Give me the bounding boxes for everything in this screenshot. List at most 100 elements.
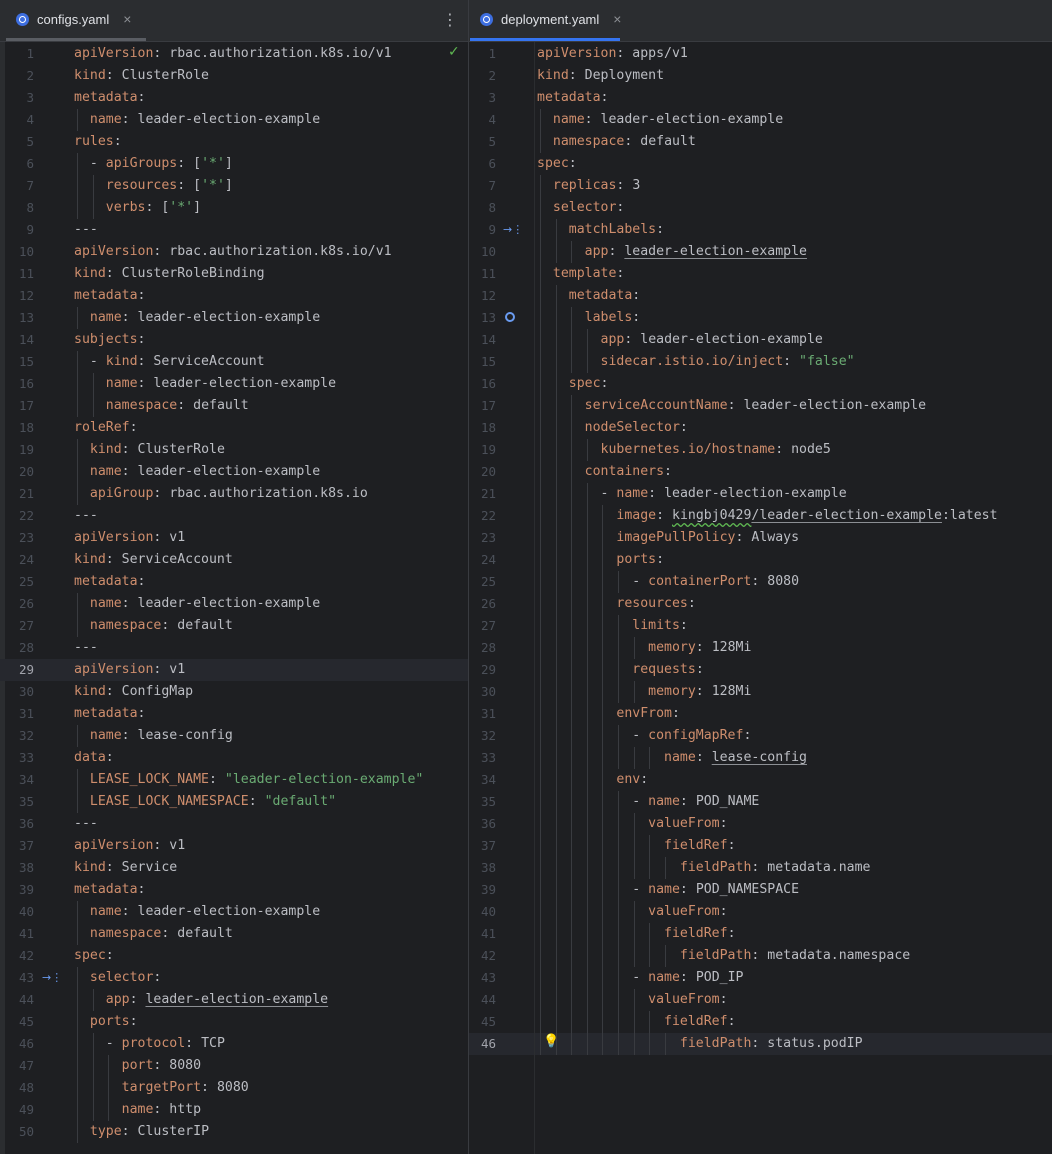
line-number[interactable]: 46 <box>0 1033 34 1055</box>
code-line[interactable]: 24 kind: ServiceAccount <box>0 549 468 571</box>
line-number[interactable]: 19 <box>469 439 496 461</box>
code-line[interactable]: 28 memory: 128Mi <box>469 637 1052 659</box>
code-line[interactable]: 29 apiVersion: v1 <box>0 659 468 681</box>
tab-deployment-yaml[interactable]: deployment.yaml × <box>470 0 621 41</box>
code-line[interactable]: 31 metadata: <box>0 703 468 725</box>
line-number[interactable]: 3 <box>0 87 34 109</box>
line-number[interactable]: 37 <box>0 835 34 857</box>
code-line[interactable]: 17 serviceAccountName: leader-election-e… <box>469 395 1052 417</box>
code-line[interactable]: 21 apiGroup: rbac.authorization.k8s.io <box>0 483 468 505</box>
code-line[interactable]: 22 --- <box>0 505 468 527</box>
line-number[interactable]: 27 <box>0 615 34 637</box>
line-number[interactable]: 12 <box>469 285 496 307</box>
code-line[interactable]: 39 metadata: <box>0 879 468 901</box>
line-number[interactable]: 45 <box>0 1011 34 1033</box>
code-line[interactable]: 18 nodeSelector: <box>469 417 1052 439</box>
code-line[interactable]: 34 env: <box>469 769 1052 791</box>
code-line[interactable]: 50 type: ClusterIP <box>0 1121 468 1143</box>
line-number[interactable]: 22 <box>0 505 34 527</box>
code-line[interactable]: 11 kind: ClusterRoleBinding <box>0 263 468 285</box>
code-line[interactable]: 42 fieldPath: metadata.namespace <box>469 945 1052 967</box>
line-number[interactable]: 43 <box>0 967 34 989</box>
code-line[interactable]: 11 template: <box>469 263 1052 285</box>
code-line[interactable]: 47 port: 8080 <box>0 1055 468 1077</box>
code-line[interactable]: 10 app: leader-election-example <box>469 241 1052 263</box>
code-line[interactable]: 20 containers: <box>469 461 1052 483</box>
line-number[interactable]: 9 <box>0 219 34 241</box>
tab-configs-yaml[interactable]: configs.yaml × <box>6 0 146 41</box>
code-line[interactable]: 31 envFrom: <box>469 703 1052 725</box>
line-number[interactable]: 33 <box>469 747 496 769</box>
code-line[interactable]: 44 valueFrom: <box>469 989 1052 1011</box>
code-line[interactable]: 33 name: lease-config <box>469 747 1052 769</box>
line-number[interactable]: 1 <box>469 43 496 65</box>
code-line[interactable]: 37 fieldRef: <box>469 835 1052 857</box>
code-line[interactable]: 32 - configMapRef: <box>469 725 1052 747</box>
code-line[interactable]: 30 memory: 128Mi <box>469 681 1052 703</box>
line-number[interactable]: 36 <box>469 813 496 835</box>
close-icon[interactable]: × <box>123 12 131 26</box>
line-number[interactable]: 25 <box>469 571 496 593</box>
code-line[interactable]: 15 - kind: ServiceAccount <box>0 351 468 373</box>
code-line[interactable]: 2 kind: Deployment <box>469 65 1052 87</box>
kubernetes-run-icon[interactable] <box>505 312 515 325</box>
code-line[interactable]: 41 namespace: default <box>0 923 468 945</box>
line-number[interactable]: 11 <box>469 263 496 285</box>
code-line[interactable]: 38 kind: Service <box>0 857 468 879</box>
line-number[interactable]: 39 <box>469 879 496 901</box>
line-number[interactable]: 47 <box>0 1055 34 1077</box>
code-line[interactable]: 33 data: <box>0 747 468 769</box>
code-line[interactable]: 2 kind: ClusterRole <box>0 65 468 87</box>
code-line[interactable]: 37 apiVersion: v1 <box>0 835 468 857</box>
code-line[interactable]: 13 name: leader-election-example <box>0 307 468 329</box>
line-number[interactable]: 21 <box>469 483 496 505</box>
code-line[interactable]: 41 fieldRef: <box>469 923 1052 945</box>
code-line[interactable]: 5 namespace: default <box>469 131 1052 153</box>
code-line[interactable]: 1 apiVersion: apps/v1 <box>469 43 1052 65</box>
line-number[interactable]: 14 <box>469 329 496 351</box>
line-number[interactable]: 8 <box>469 197 496 219</box>
code-line[interactable]: 38 fieldPath: metadata.name <box>469 857 1052 879</box>
code-line[interactable]: 1 apiVersion: rbac.authorization.k8s.io/v… <box>0 43 468 65</box>
line-number[interactable]: 23 <box>0 527 34 549</box>
code-line[interactable]: 14 app: leader-election-example <box>469 329 1052 351</box>
line-number[interactable]: 35 <box>469 791 496 813</box>
code-line[interactable]: 44 app: leader-election-example <box>0 989 468 1011</box>
code-line[interactable]: 36 valueFrom: <box>469 813 1052 835</box>
line-number[interactable]: 36 <box>0 813 34 835</box>
code-line[interactable]: 46 fieldPath: status.podIP 💡 <box>469 1033 1052 1055</box>
code-line[interactable]: 16 name: leader-election-example <box>0 373 468 395</box>
code-line[interactable]: 49 name: http <box>0 1099 468 1121</box>
code-line[interactable]: 6 - apiGroups: ['*'] <box>0 153 468 175</box>
line-number[interactable]: 16 <box>469 373 496 395</box>
line-number[interactable]: 38 <box>0 857 34 879</box>
code-line[interactable]: 35 LEASE_LOCK_NAMESPACE: "default" <box>0 791 468 813</box>
code-line[interactable]: 22 image: kingbj0429/leader-election-exa… <box>469 505 1052 527</box>
more-options-icon[interactable]: ⋮ <box>442 11 458 29</box>
code-line[interactable]: 46 - protocol: TCP <box>0 1033 468 1055</box>
line-number[interactable]: 37 <box>469 835 496 857</box>
line-number[interactable]: 6 <box>469 153 496 175</box>
line-number[interactable]: 33 <box>0 747 34 769</box>
code-line[interactable]: 10 apiVersion: rbac.authorization.k8s.io/… <box>0 241 468 263</box>
line-number[interactable]: 39 <box>0 879 34 901</box>
code-line[interactable]: 12 metadata: <box>469 285 1052 307</box>
code-line[interactable]: 7 resources: ['*'] <box>0 175 468 197</box>
line-number[interactable]: 20 <box>469 461 496 483</box>
line-number[interactable]: 29 <box>469 659 496 681</box>
code-line[interactable]: 45 ports: <box>0 1011 468 1033</box>
line-number[interactable]: 24 <box>0 549 34 571</box>
close-icon[interactable]: × <box>613 12 621 26</box>
code-line[interactable]: 26 name: leader-election-example <box>0 593 468 615</box>
line-number[interactable]: 26 <box>469 593 496 615</box>
code-line[interactable]: 3 metadata: <box>469 87 1052 109</box>
line-number[interactable]: 27 <box>469 615 496 637</box>
line-number[interactable]: 30 <box>469 681 496 703</box>
line-number[interactable]: 28 <box>469 637 496 659</box>
line-number[interactable]: 32 <box>469 725 496 747</box>
code-line[interactable]: 40 valueFrom: <box>469 901 1052 923</box>
line-number[interactable]: 7 <box>469 175 496 197</box>
line-number[interactable]: 21 <box>0 483 34 505</box>
code-line[interactable]: 12 metadata: <box>0 285 468 307</box>
code-line[interactable]: 35 - name: POD_NAME <box>469 791 1052 813</box>
